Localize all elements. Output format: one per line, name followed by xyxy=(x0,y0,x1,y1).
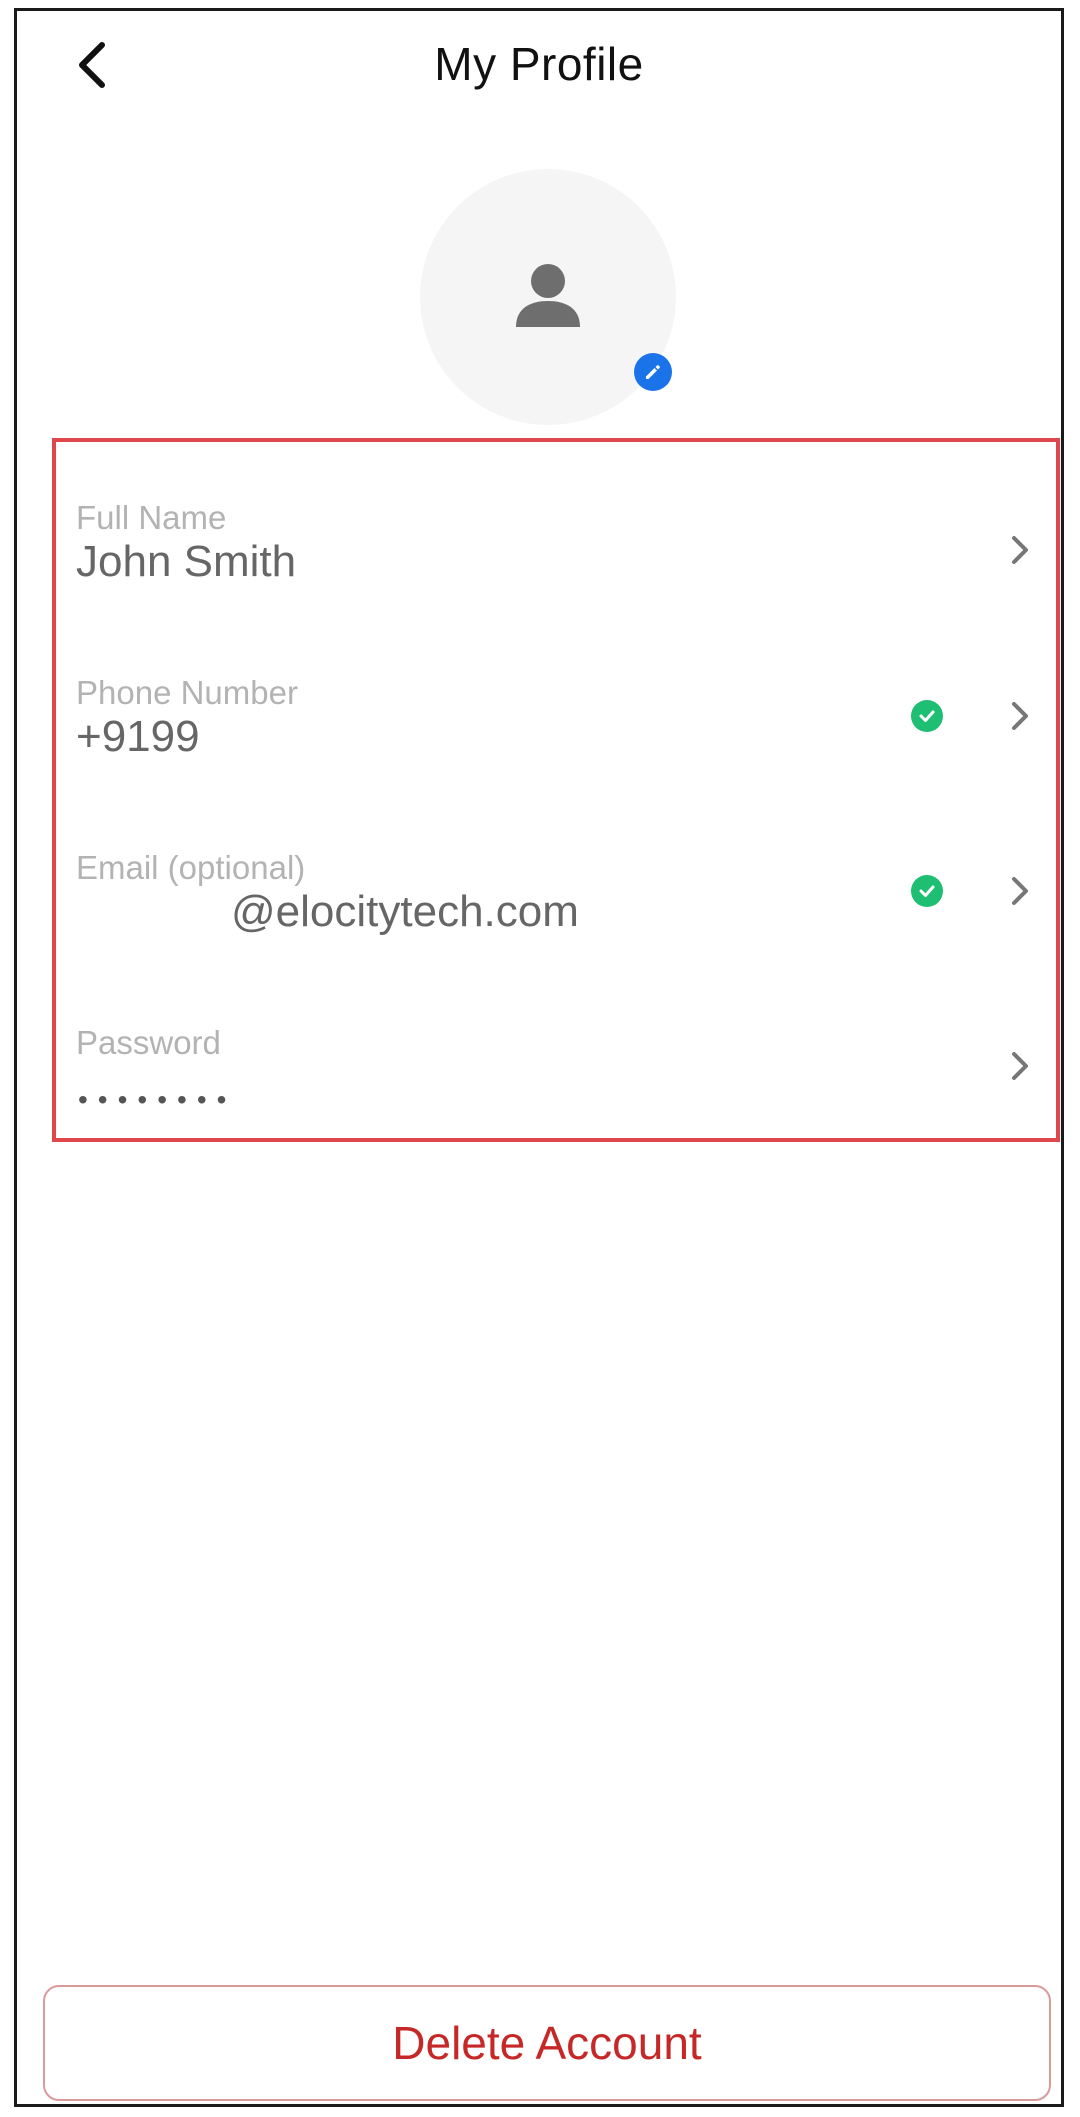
header: My Profile xyxy=(17,11,1061,111)
password-value: •••••••• xyxy=(78,1084,237,1115)
chevron-right-icon xyxy=(1012,1052,1028,1080)
page-title: My Profile xyxy=(434,38,644,90)
profile-fields-highlight: Full Name John Smith Phone Number +9199 … xyxy=(52,438,1060,1142)
chevron-right-icon xyxy=(1012,536,1028,564)
chevron-right-icon xyxy=(1012,702,1028,730)
edit-avatar-button[interactable] xyxy=(634,353,672,391)
password-label: Password xyxy=(76,1024,221,1061)
field-row-phone[interactable]: Phone Number +9199 xyxy=(56,674,1056,834)
chevron-right-icon xyxy=(1012,877,1028,905)
full-name-value: John Smith xyxy=(76,537,297,586)
verified-check-icon xyxy=(911,875,943,907)
person-icon xyxy=(516,264,580,327)
verified-check-icon xyxy=(911,700,943,732)
field-row-email[interactable]: Email (optional) @elocitytech.com xyxy=(56,849,1056,1009)
phone-value: +9199 xyxy=(76,712,200,761)
screen-frame: My Profile Full Name John Smith Phone Nu… xyxy=(14,8,1064,2107)
field-row-password[interactable]: Password •••••••• xyxy=(56,1024,1056,1184)
avatar[interactable] xyxy=(420,169,676,425)
delete-account-button[interactable]: Delete Account xyxy=(43,1985,1051,2101)
field-row-full-name[interactable]: Full Name John Smith xyxy=(56,499,1056,659)
full-name-label: Full Name xyxy=(76,499,227,536)
phone-label: Phone Number xyxy=(76,674,298,711)
pencil-icon xyxy=(646,365,660,379)
email-value: @elocitytech.com xyxy=(231,887,579,936)
email-label: Email (optional) xyxy=(76,849,306,886)
